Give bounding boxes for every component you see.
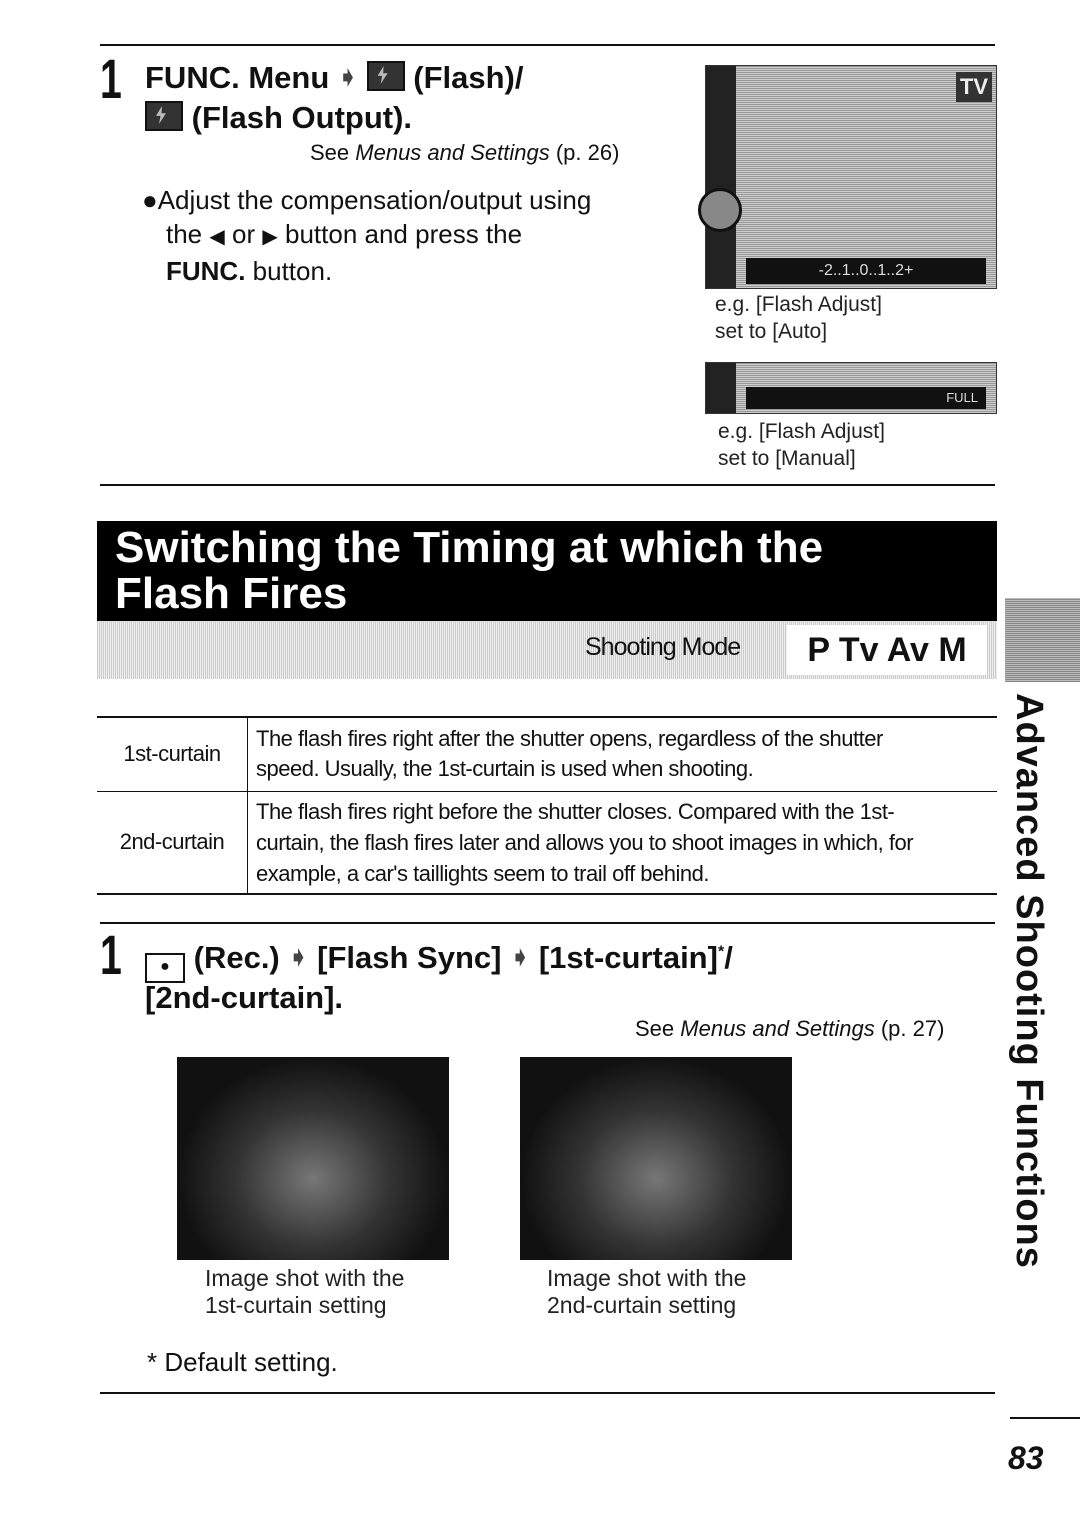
- description-line: The flash fires right before the shutter…: [256, 798, 895, 824]
- screen-caption: e.g. [Flash Adjust] set to [Auto]: [715, 291, 882, 345]
- description-line: example, a car's taillights seem to trai…: [256, 860, 709, 886]
- compensation-scale: -2..1..0..1..2+: [746, 258, 986, 284]
- page-number: 83: [1008, 1440, 1044, 1476]
- bullet-text: or: [232, 219, 256, 249]
- camera-screen-manual: FULL: [705, 362, 997, 414]
- photo-caption: Image shot with the 2nd-curtain setting: [547, 1265, 746, 1319]
- caption-line: e.g. [Flash Adjust]: [718, 420, 885, 443]
- footnote: * Default setting.: [147, 1347, 338, 1377]
- screen-caption: e.g. [Flash Adjust] set to [Manual]: [718, 418, 885, 472]
- heading-text: [Flash Sync]: [317, 940, 502, 975]
- divider: [100, 44, 995, 46]
- ref-link: Menus and Settings: [355, 140, 550, 165]
- arrow-icon: ➧: [337, 64, 358, 91]
- step-number: 1: [100, 47, 122, 110]
- table-row: 2nd-curtain The flash fires right before…: [97, 791, 997, 894]
- row-label: 1st-curtain: [97, 717, 248, 791]
- heading-text: FUNC. Menu: [145, 60, 330, 95]
- divider: [100, 1392, 995, 1394]
- heading-text: (Flash)/: [413, 60, 524, 95]
- selected-flash-icon: [698, 188, 742, 232]
- ref-text: (p. 26): [549, 140, 620, 165]
- heading-text: [1st-curtain]: [538, 940, 718, 975]
- flash-adjust-icon: [366, 61, 405, 91]
- title-line: Flash Fires: [115, 569, 348, 618]
- page-reference: See Menus and Settings (p. 27): [635, 1016, 944, 1042]
- chapter-tab: [1005, 598, 1080, 682]
- table-row: 1st-curtain The flash fires right after …: [97, 717, 997, 791]
- section-banner: Switching the Timing at which the Flash …: [97, 521, 997, 621]
- caption-line: Image shot with the: [205, 1265, 405, 1291]
- bullet-text: button and press the: [285, 219, 523, 249]
- description-line: speed. Usually, the 1st-curtain is used …: [256, 756, 754, 782]
- step-heading-line2: (Flash Output).: [145, 100, 412, 136]
- ref-text: (p. 27): [874, 1016, 945, 1041]
- instruction-bullet: ●Adjust the compensation/output using th…: [142, 183, 591, 288]
- caption-line: 2nd-curtain setting: [547, 1292, 737, 1318]
- ref-link: Menus and Settings: [680, 1016, 875, 1041]
- photo-caption: Image shot with the 1st-curtain setting: [205, 1265, 404, 1319]
- step-heading: ● (Rec.) ➧ [Flash Sync] ➧ [1st-curtain]*…: [145, 940, 733, 983]
- row-description: The flash fires right before the shutter…: [248, 791, 998, 894]
- caption-line: set to [Auto]: [715, 320, 828, 343]
- camera-screen-auto: TV -2..1..0..1..2+: [698, 65, 997, 289]
- divider: [100, 922, 995, 924]
- heading-text: /: [724, 940, 733, 975]
- output-level: FULL: [746, 387, 986, 409]
- shooting-mode-label: Shooting Mode: [585, 633, 741, 661]
- row-description: The flash fires right after the shutter …: [248, 717, 998, 791]
- divider: [100, 484, 995, 486]
- bullet-text: button.: [245, 256, 333, 286]
- right-arrow-icon: ▶: [262, 226, 278, 248]
- heading-text: (Rec.): [193, 940, 280, 975]
- caption-line: e.g. [Flash Adjust]: [715, 293, 882, 316]
- flash-output-icon: [145, 101, 183, 131]
- left-arrow-icon: ◀: [209, 226, 225, 248]
- func-label: FUNC.: [166, 256, 246, 286]
- page-reference: See Menus and Settings (p. 26): [310, 140, 619, 166]
- bullet-icon: ●: [142, 185, 158, 215]
- ref-text: See: [310, 140, 356, 165]
- ref-text: See: [635, 1016, 681, 1041]
- step-number: 1: [100, 923, 122, 986]
- step-heading-line2: [2nd-curtain].: [145, 980, 344, 1015]
- flash-sync-table: 1st-curtain The flash fires right after …: [97, 716, 997, 895]
- arrow-icon: ➧: [510, 944, 531, 971]
- chapter-title: Advanced Shooting Functions: [1008, 693, 1050, 1269]
- shooting-mode-strip: Shooting Mode P Tv Av M: [97, 621, 997, 679]
- section-title: Switching the Timing at which the Flash …: [115, 525, 823, 617]
- row-label: 2nd-curtain: [97, 791, 248, 894]
- manual-page: 1 FUNC. Menu ➧ (Flash)/ (Flash Output). …: [0, 0, 1080, 1529]
- caption-line: set to [Manual]: [718, 447, 856, 470]
- heading-text: (Flash Output).: [191, 100, 413, 135]
- title-line: Switching the Timing at which the: [115, 523, 824, 572]
- rec-menu-icon: ●: [145, 953, 185, 983]
- photo-1st-curtain: [177, 1057, 449, 1260]
- menu-sidebar: [706, 66, 736, 288]
- caption-line: 1st-curtain setting: [205, 1292, 387, 1318]
- description-line: The flash fires right after the shutter …: [256, 726, 883, 752]
- shooting-modes: P Tv Av M: [787, 625, 987, 675]
- photo-2nd-curtain: [520, 1057, 792, 1260]
- divider: [1010, 1417, 1080, 1419]
- step-heading: FUNC. Menu ➧ (Flash)/: [145, 60, 523, 96]
- menu-sidebar: [706, 363, 736, 413]
- mode-badge: TV: [955, 72, 992, 102]
- arrow-icon: ➧: [288, 944, 309, 971]
- bullet-text: the: [166, 219, 203, 249]
- caption-line: Image shot with the: [547, 1265, 747, 1291]
- bullet-text: Adjust the compensation/output using: [157, 185, 592, 215]
- description-line: curtain, the flash fires later and allow…: [256, 829, 914, 855]
